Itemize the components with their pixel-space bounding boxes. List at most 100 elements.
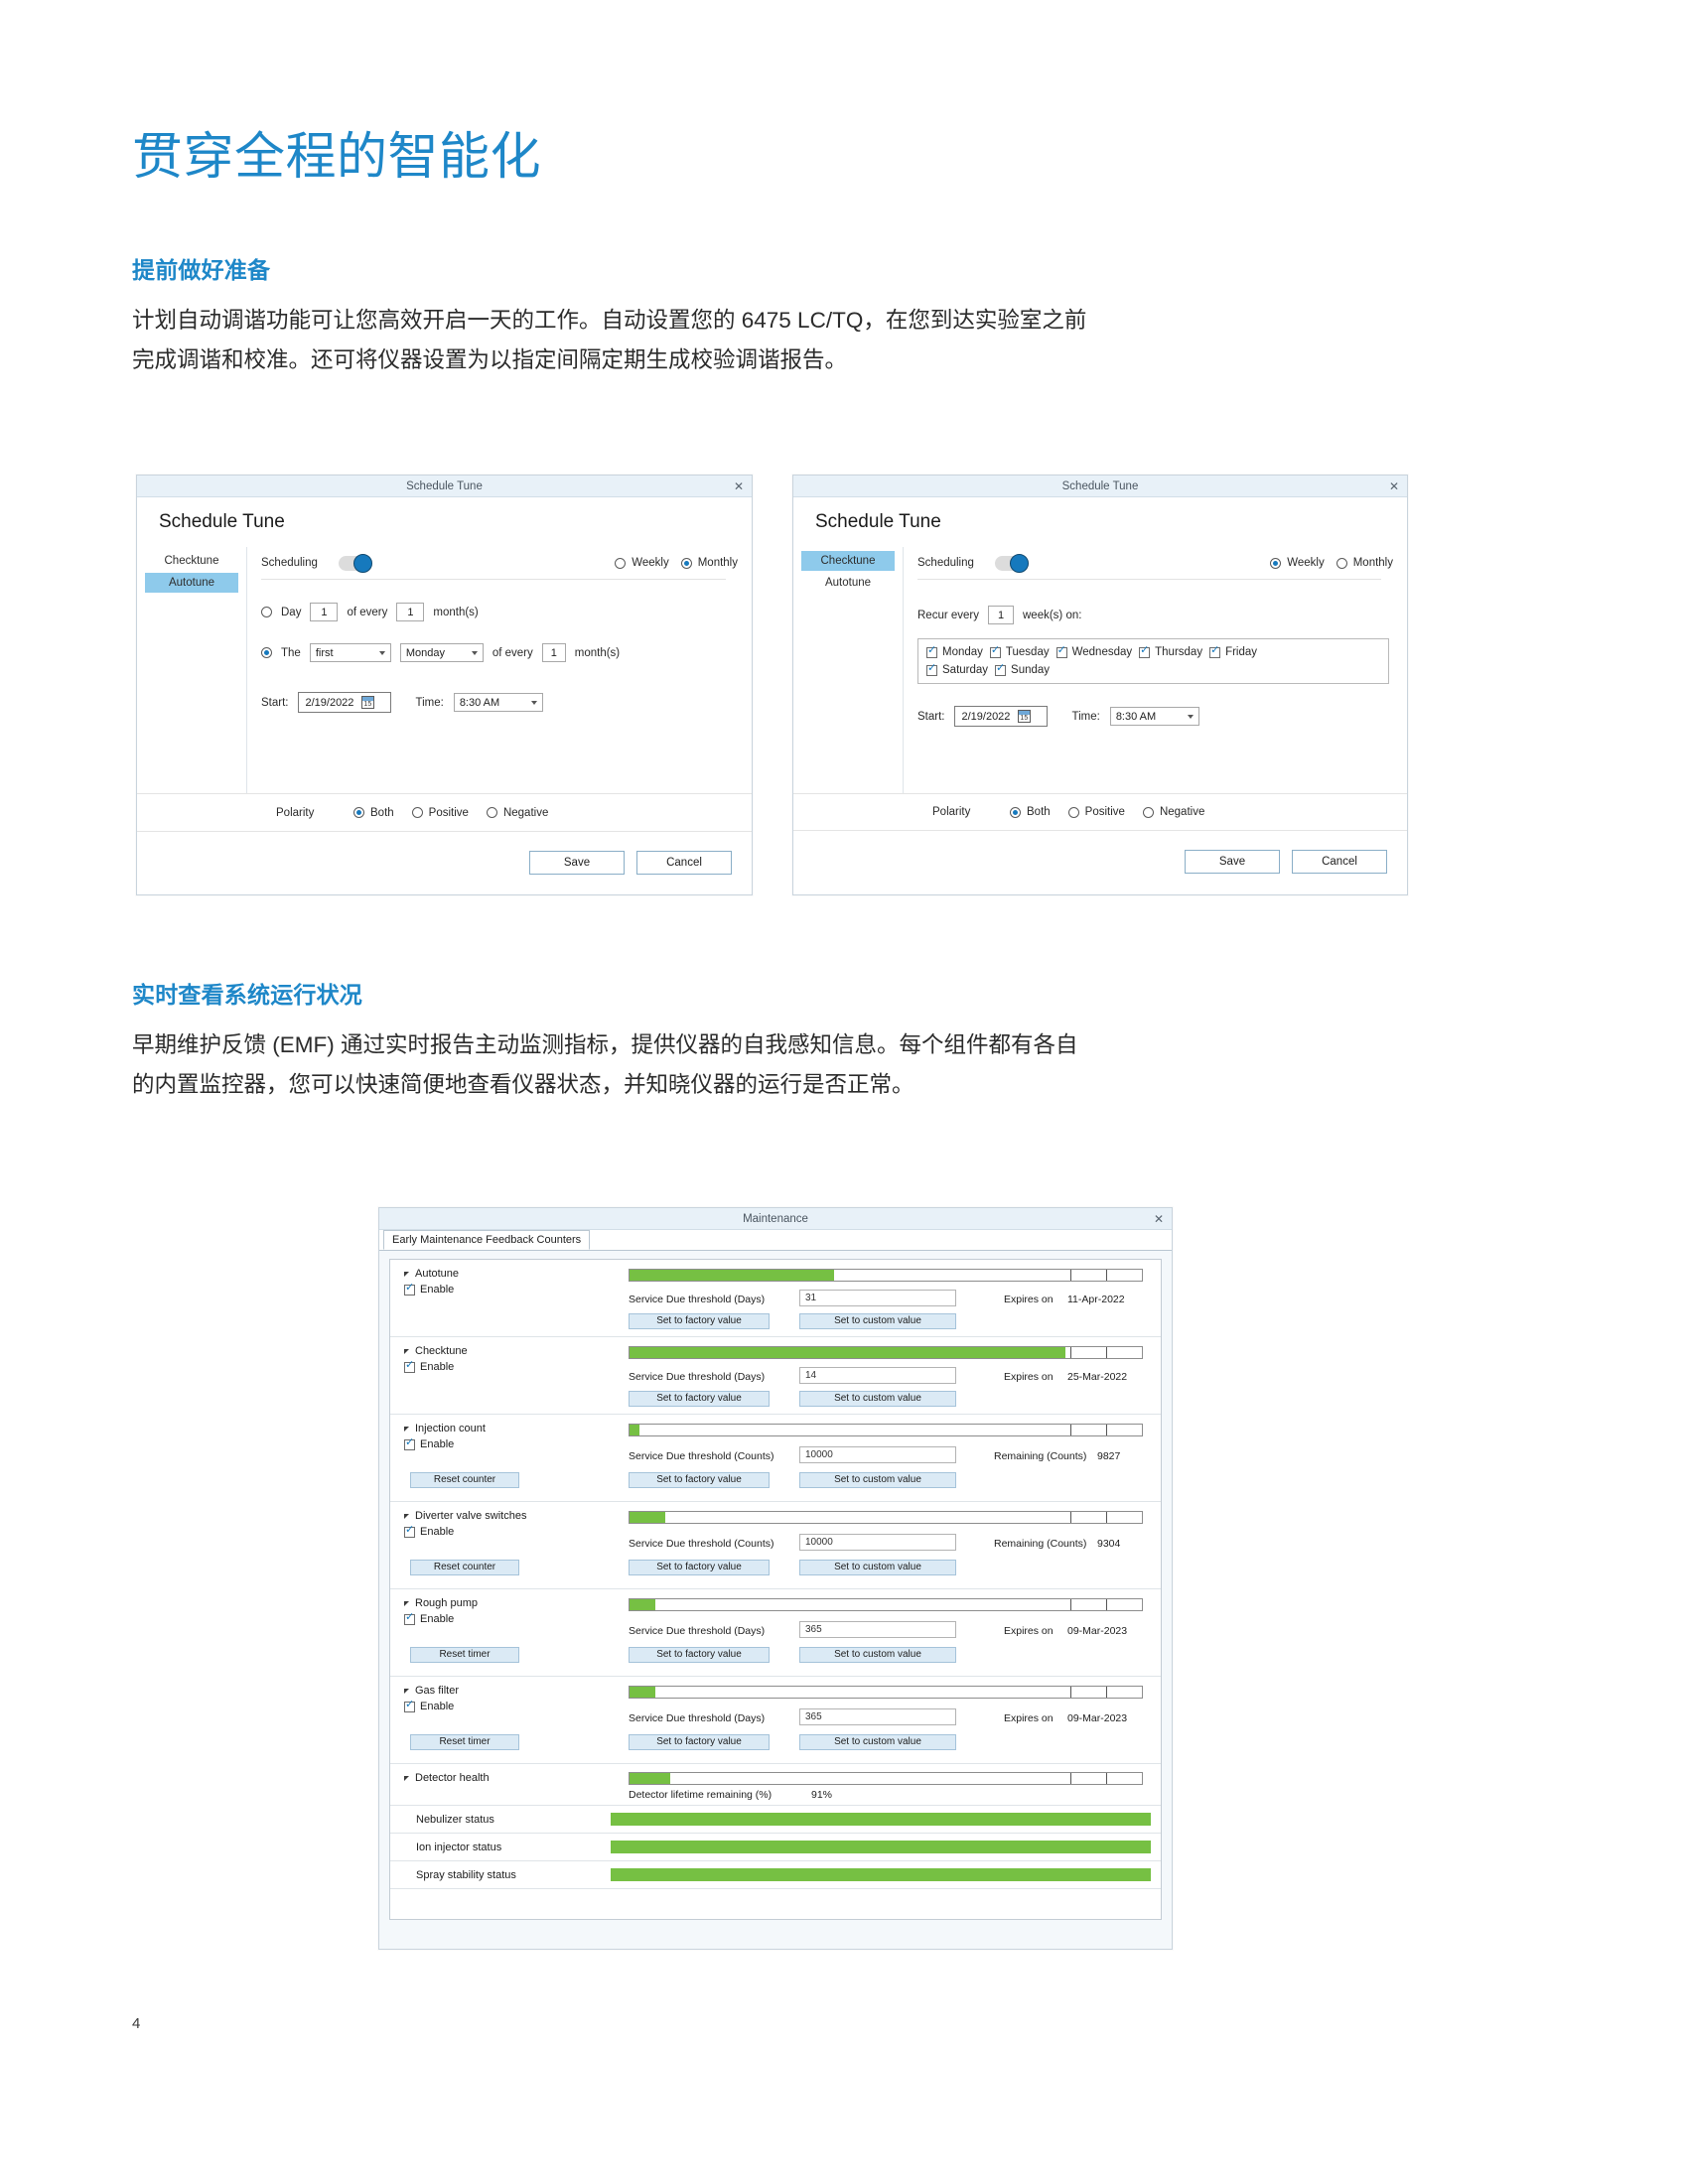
polarity-positive-option[interactable]: Positive <box>411 807 469 819</box>
reset-timer-button[interactable]: Reset timer <box>410 1647 519 1663</box>
polarity-positive-radio[interactable] <box>1067 806 1079 818</box>
enable-checkbox[interactable]: Enable <box>404 1700 593 1712</box>
checkbox-icon[interactable] <box>404 1525 415 1538</box>
enable-checkbox[interactable]: Enable <box>404 1360 563 1373</box>
weekday-wednesday[interactable]: Wednesday <box>1055 645 1132 658</box>
set-to-factory-value-button[interactable]: Set to factory value <box>629 1734 770 1750</box>
scheduling-toggle[interactable] <box>339 553 372 573</box>
checkbox-icon[interactable] <box>404 1437 415 1450</box>
scheduling-toggle[interactable] <box>995 553 1029 573</box>
checkbox-icon[interactable] <box>404 1283 415 1296</box>
checkbox-icon[interactable] <box>1139 645 1151 658</box>
checkbox-icon[interactable] <box>1055 645 1067 658</box>
polarity-positive-radio[interactable] <box>411 807 423 818</box>
expander-icon[interactable] <box>404 1688 409 1694</box>
expander-icon[interactable] <box>404 1348 409 1354</box>
weekday-monday[interactable]: Monday <box>926 645 983 658</box>
enable-checkbox[interactable]: Enable <box>404 1437 593 1450</box>
enable-checkbox[interactable]: Enable <box>404 1525 603 1538</box>
start-date-input[interactable]: 2/19/2022 <box>954 706 1049 727</box>
threshold-input[interactable]: 10000 <box>799 1534 956 1551</box>
cancel-button[interactable]: Cancel <box>1292 850 1387 874</box>
reset-counter-button[interactable]: Reset counter <box>410 1560 519 1575</box>
expander-icon[interactable] <box>404 1513 409 1519</box>
day-interval-input[interactable]: 1 <box>396 603 425 621</box>
close-icon[interactable]: ✕ <box>1389 480 1399 492</box>
polarity-negative-option[interactable]: Negative <box>486 807 548 819</box>
expander-icon[interactable] <box>404 1775 409 1781</box>
threshold-input[interactable]: 365 <box>799 1708 956 1725</box>
polarity-negative-option[interactable]: Negative <box>1142 806 1204 818</box>
the-rule-radio[interactable] <box>261 647 272 658</box>
cancel-button[interactable]: Cancel <box>636 851 732 875</box>
threshold-input[interactable]: 10000 <box>799 1446 956 1463</box>
set-to-custom-value-button[interactable]: Set to custom value <box>799 1647 956 1663</box>
polarity-positive-option[interactable]: Positive <box>1067 806 1125 818</box>
set-to-custom-value-button[interactable]: Set to custom value <box>799 1734 956 1750</box>
reset-timer-button[interactable]: Reset timer <box>410 1734 519 1750</box>
polarity-both-option[interactable]: Both <box>1010 806 1051 818</box>
checkbox-icon[interactable] <box>404 1700 415 1712</box>
monthly-radio-option[interactable]: Monthly <box>1336 557 1393 569</box>
threshold-input[interactable]: 31 <box>799 1290 956 1306</box>
checkbox-icon[interactable] <box>995 663 1007 676</box>
sidebar-item-autotune[interactable]: Autotune <box>145 573 238 593</box>
reset-counter-button[interactable]: Reset counter <box>410 1472 519 1488</box>
ordinal-select[interactable]: first <box>309 643 391 662</box>
set-to-factory-value-button[interactable]: Set to factory value <box>629 1472 770 1488</box>
time-select[interactable]: 8:30 AM <box>1109 707 1199 726</box>
close-icon[interactable]: ✕ <box>1154 1213 1164 1225</box>
set-to-factory-value-button[interactable]: Set to factory value <box>629 1313 770 1329</box>
sidebar-item-checktune[interactable]: Checktune <box>801 551 895 571</box>
sidebar-item-autotune[interactable]: Autotune <box>801 573 895 593</box>
monthly-radio[interactable] <box>1336 557 1347 569</box>
monthly-radio-option[interactable]: Monthly <box>680 557 738 569</box>
weekday-thursday[interactable]: Thursday <box>1139 645 1202 658</box>
polarity-both-radio[interactable] <box>1010 806 1021 818</box>
expander-icon[interactable] <box>404 1271 409 1277</box>
polarity-both-option[interactable]: Both <box>353 807 394 819</box>
tab-early-maintenance-feedback-counters[interactable]: Early Maintenance Feedback Counters <box>383 1230 591 1250</box>
set-to-custom-value-button[interactable]: Set to custom value <box>799 1560 956 1575</box>
start-date-input[interactable]: 2/19/2022 <box>298 692 392 713</box>
set-to-factory-value-button[interactable]: Set to factory value <box>629 1391 770 1407</box>
checkbox-icon[interactable] <box>404 1612 415 1625</box>
checkbox-icon[interactable] <box>926 663 937 676</box>
weekday-sunday[interactable]: Sunday <box>995 663 1050 676</box>
polarity-both-radio[interactable] <box>353 807 364 818</box>
set-to-factory-value-button[interactable]: Set to factory value <box>629 1647 770 1663</box>
weekday-saturday[interactable]: Saturday <box>926 663 988 676</box>
weekday-tuesday[interactable]: Tuesday <box>989 645 1050 658</box>
weekly-radio[interactable] <box>1270 557 1282 569</box>
set-to-custom-value-button[interactable]: Set to custom value <box>799 1313 956 1329</box>
weekly-radio-option[interactable]: Weekly <box>615 557 669 569</box>
set-to-custom-value-button[interactable]: Set to custom value <box>799 1472 956 1488</box>
day-value-input[interactable]: 1 <box>310 603 339 621</box>
checkbox-icon[interactable] <box>404 1360 415 1373</box>
save-button[interactable]: Save <box>1185 850 1280 874</box>
polarity-negative-radio[interactable] <box>486 807 497 818</box>
expander-icon[interactable] <box>404 1426 409 1432</box>
threshold-input[interactable]: 365 <box>799 1621 956 1638</box>
weekday-friday[interactable]: Friday <box>1209 645 1257 658</box>
checkbox-icon[interactable] <box>1209 645 1221 658</box>
set-to-factory-value-button[interactable]: Set to factory value <box>629 1560 770 1575</box>
sidebar-item-checktune[interactable]: Checktune <box>145 551 238 571</box>
day-rule-radio[interactable] <box>261 607 272 617</box>
threshold-input[interactable]: 14 <box>799 1367 956 1384</box>
weekly-radio-option[interactable]: Weekly <box>1270 557 1325 569</box>
polarity-negative-radio[interactable] <box>1142 806 1154 818</box>
checkbox-icon[interactable] <box>926 645 937 658</box>
save-button[interactable]: Save <box>529 851 625 875</box>
enable-checkbox[interactable]: Enable <box>404 1283 563 1296</box>
weekly-radio[interactable] <box>615 557 627 569</box>
calendar-icon[interactable] <box>1018 710 1032 723</box>
weekday-select[interactable]: Monday <box>399 643 484 662</box>
set-to-custom-value-button[interactable]: Set to custom value <box>799 1391 956 1407</box>
recur-interval-input[interactable]: 1 <box>988 606 1014 624</box>
monthly-radio[interactable] <box>680 557 692 569</box>
close-icon[interactable]: ✕ <box>734 480 744 492</box>
checkbox-icon[interactable] <box>989 645 1001 658</box>
expander-icon[interactable] <box>404 1600 409 1606</box>
time-select[interactable]: 8:30 AM <box>453 693 543 712</box>
